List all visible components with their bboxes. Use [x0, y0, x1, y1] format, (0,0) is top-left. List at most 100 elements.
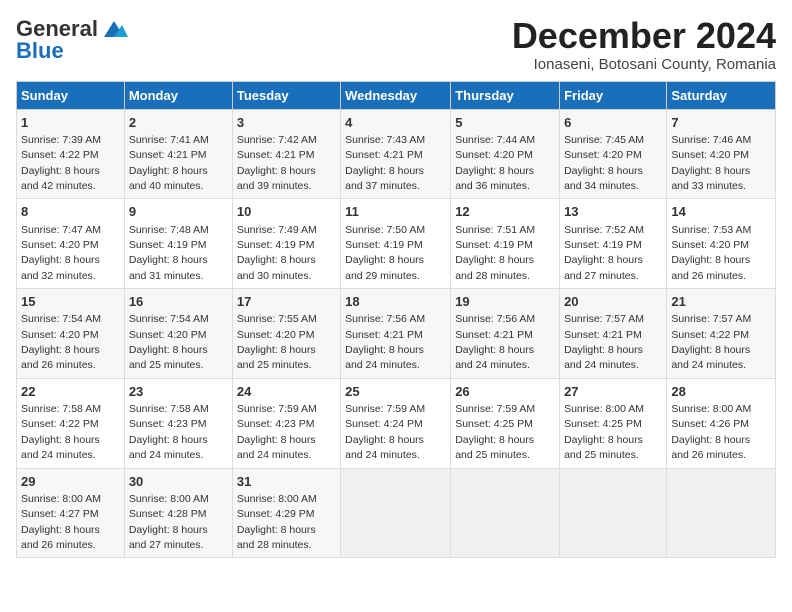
- day-cell: 24Sunrise: 7:59 AM Sunset: 4:23 PM Dayli…: [232, 378, 340, 468]
- day-info: Sunrise: 7:39 AM Sunset: 4:22 PM Dayligh…: [21, 134, 101, 192]
- day-number: 10: [237, 203, 336, 221]
- day-cell: 22 Sunrise: 7:58 AM Sunset: 4:22 PM Dayli…: [17, 378, 125, 468]
- month-title: December 2024: [512, 16, 776, 56]
- day-number: 23: [129, 383, 228, 401]
- day-number: 3: [237, 114, 336, 132]
- day-number: 20: [564, 293, 662, 311]
- day-cell: 28 Sunrise: 8:00 AM Sunset: 4:26 PM Dayli…: [667, 378, 776, 468]
- day-info: Sunrise: 7:56 AM Sunset: 4:21 PM Dayligh…: [455, 313, 535, 371]
- day-number: 4: [345, 114, 446, 132]
- day-info: Sunrise: 7:59 AM Sunset: 4:25 PM Dayligh…: [455, 403, 535, 461]
- day-info: Sunrise: 7:53 AM Sunset: 4:20 PM Dayligh…: [671, 224, 751, 282]
- location: Ionaseni, Botosani County, Romania: [512, 56, 776, 73]
- day-info: Sunrise: 8:00 AM Sunset: 4:26 PM Dayligh…: [671, 403, 751, 461]
- day-number: 27: [564, 383, 662, 401]
- day-number: 24: [237, 383, 336, 401]
- day-cell: 29Sunrise: 8:00 AM Sunset: 4:27 PM Dayli…: [17, 468, 125, 558]
- day-cell: 17Sunrise: 7:55 AM Sunset: 4:20 PM Dayli…: [232, 289, 340, 379]
- day-info: Sunrise: 7:57 AM Sunset: 4:21 PM Dayligh…: [564, 313, 644, 371]
- day-number: 5: [455, 114, 555, 132]
- day-number: 21: [671, 293, 771, 311]
- day-cell: 27 Sunrise: 8:00 AM Sunset: 4:25 PM Dayli…: [560, 378, 667, 468]
- day-info: Sunrise: 7:45 AM Sunset: 4:20 PM Dayligh…: [564, 134, 644, 192]
- day-info: Sunrise: 7:56 AM Sunset: 4:21 PM Dayligh…: [345, 313, 425, 371]
- day-cell: 12Sunrise: 7:51 AM Sunset: 4:19 PM Dayli…: [451, 199, 560, 289]
- day-info: Sunrise: 7:46 AM Sunset: 4:20 PM Dayligh…: [671, 134, 751, 192]
- day-info: Sunrise: 7:43 AM Sunset: 4:21 PM Dayligh…: [345, 134, 425, 192]
- day-number: 31: [237, 473, 336, 491]
- day-cell: 14 Sunrise: 7:53 AM Sunset: 4:20 PM Dayli…: [667, 199, 776, 289]
- col-header-sunday: Sunday: [17, 81, 125, 109]
- col-header-wednesday: Wednesday: [341, 81, 451, 109]
- day-info: Sunrise: 8:00 AM Sunset: 4:25 PM Dayligh…: [564, 403, 644, 461]
- page-header: General Blue December 2024 Ionaseni, Bot…: [16, 16, 776, 73]
- day-info: Sunrise: 8:00 AM Sunset: 4:27 PM Dayligh…: [21, 493, 101, 551]
- day-info: Sunrise: 7:58 AM Sunset: 4:23 PM Dayligh…: [129, 403, 209, 461]
- day-info: Sunrise: 7:54 AM Sunset: 4:20 PM Dayligh…: [21, 313, 101, 371]
- week-row-5: 29Sunrise: 8:00 AM Sunset: 4:27 PM Dayli…: [17, 468, 776, 558]
- day-info: Sunrise: 8:00 AM Sunset: 4:29 PM Dayligh…: [237, 493, 317, 551]
- day-info: Sunrise: 7:59 AM Sunset: 4:24 PM Dayligh…: [345, 403, 425, 461]
- week-row-3: 15 Sunrise: 7:54 AM Sunset: 4:20 PM Dayli…: [17, 289, 776, 379]
- day-cell: 30 Sunrise: 8:00 AM Sunset: 4:28 PM Dayli…: [124, 468, 232, 558]
- calendar-table: SundayMondayTuesdayWednesdayThursdayFrid…: [16, 81, 776, 559]
- col-header-tuesday: Tuesday: [232, 81, 340, 109]
- day-number: 7: [671, 114, 771, 132]
- day-number: 2: [129, 114, 228, 132]
- week-row-4: 22 Sunrise: 7:58 AM Sunset: 4:22 PM Dayli…: [17, 378, 776, 468]
- day-number: 13: [564, 203, 662, 221]
- logo-blue: Blue: [16, 38, 64, 64]
- day-info: Sunrise: 7:49 AM Sunset: 4:19 PM Dayligh…: [237, 224, 317, 282]
- title-block: December 2024 Ionaseni, Botosani County,…: [512, 16, 776, 73]
- day-info: Sunrise: 7:58 AM Sunset: 4:22 PM Dayligh…: [21, 403, 101, 461]
- day-number: 18: [345, 293, 446, 311]
- day-number: 1: [21, 114, 120, 132]
- day-cell: 16 Sunrise: 7:54 AM Sunset: 4:20 PM Dayli…: [124, 289, 232, 379]
- day-number: 8: [21, 203, 120, 221]
- day-cell: 10 Sunrise: 7:49 AM Sunset: 4:19 PM Dayli…: [232, 199, 340, 289]
- day-number: 22: [21, 383, 120, 401]
- day-number: 14: [671, 203, 771, 221]
- day-info: Sunrise: 7:52 AM Sunset: 4:19 PM Dayligh…: [564, 224, 644, 282]
- day-number: 9: [129, 203, 228, 221]
- day-cell: 18 Sunrise: 7:56 AM Sunset: 4:21 PM Dayli…: [341, 289, 451, 379]
- day-number: 26: [455, 383, 555, 401]
- day-cell: 4 Sunrise: 7:43 AM Sunset: 4:21 PM Daylig…: [341, 109, 451, 199]
- col-header-friday: Friday: [560, 81, 667, 109]
- day-cell: 11Sunrise: 7:50 AM Sunset: 4:19 PM Dayli…: [341, 199, 451, 289]
- day-cell: 25Sunrise: 7:59 AM Sunset: 4:24 PM Dayli…: [341, 378, 451, 468]
- day-info: Sunrise: 7:55 AM Sunset: 4:20 PM Dayligh…: [237, 313, 317, 371]
- day-cell: 5Sunrise: 7:44 AM Sunset: 4:20 PM Daylig…: [451, 109, 560, 199]
- day-cell: 3Sunrise: 7:42 AM Sunset: 4:21 PM Daylig…: [232, 109, 340, 199]
- day-info: Sunrise: 8:00 AM Sunset: 4:28 PM Dayligh…: [129, 493, 209, 551]
- day-number: 12: [455, 203, 555, 221]
- day-info: Sunrise: 7:54 AM Sunset: 4:20 PM Dayligh…: [129, 313, 209, 371]
- col-header-thursday: Thursday: [451, 81, 560, 109]
- day-cell: 20 Sunrise: 7:57 AM Sunset: 4:21 PM Dayli…: [560, 289, 667, 379]
- logo: General Blue: [16, 16, 128, 64]
- day-cell: 26 Sunrise: 7:59 AM Sunset: 4:25 PM Dayli…: [451, 378, 560, 468]
- header-row: SundayMondayTuesdayWednesdayThursdayFrid…: [17, 81, 776, 109]
- day-cell: 8 Sunrise: 7:47 AM Sunset: 4:20 PM Daylig…: [17, 199, 125, 289]
- day-info: Sunrise: 7:48 AM Sunset: 4:19 PM Dayligh…: [129, 224, 209, 282]
- day-cell: 7 Sunrise: 7:46 AM Sunset: 4:20 PM Daylig…: [667, 109, 776, 199]
- col-header-monday: Monday: [124, 81, 232, 109]
- day-number: 15: [21, 293, 120, 311]
- day-cell: [341, 468, 451, 558]
- day-number: 19: [455, 293, 555, 311]
- day-cell: [560, 468, 667, 558]
- day-cell: 2Sunrise: 7:41 AM Sunset: 4:21 PM Daylig…: [124, 109, 232, 199]
- day-cell: 13 Sunrise: 7:52 AM Sunset: 4:19 PM Dayli…: [560, 199, 667, 289]
- week-row-1: 1 Sunrise: 7:39 AM Sunset: 4:22 PM Daylig…: [17, 109, 776, 199]
- day-cell: [667, 468, 776, 558]
- day-number: 16: [129, 293, 228, 311]
- day-number: 6: [564, 114, 662, 132]
- day-number: 11: [345, 203, 446, 221]
- day-number: 30: [129, 473, 228, 491]
- day-cell: 6 Sunrise: 7:45 AM Sunset: 4:20 PM Daylig…: [560, 109, 667, 199]
- day-cell: 31 Sunrise: 8:00 AM Sunset: 4:29 PM Dayli…: [232, 468, 340, 558]
- day-cell: 23 Sunrise: 7:58 AM Sunset: 4:23 PM Dayli…: [124, 378, 232, 468]
- week-row-2: 8 Sunrise: 7:47 AM Sunset: 4:20 PM Daylig…: [17, 199, 776, 289]
- day-number: 28: [671, 383, 771, 401]
- day-info: Sunrise: 7:47 AM Sunset: 4:20 PM Dayligh…: [21, 224, 101, 282]
